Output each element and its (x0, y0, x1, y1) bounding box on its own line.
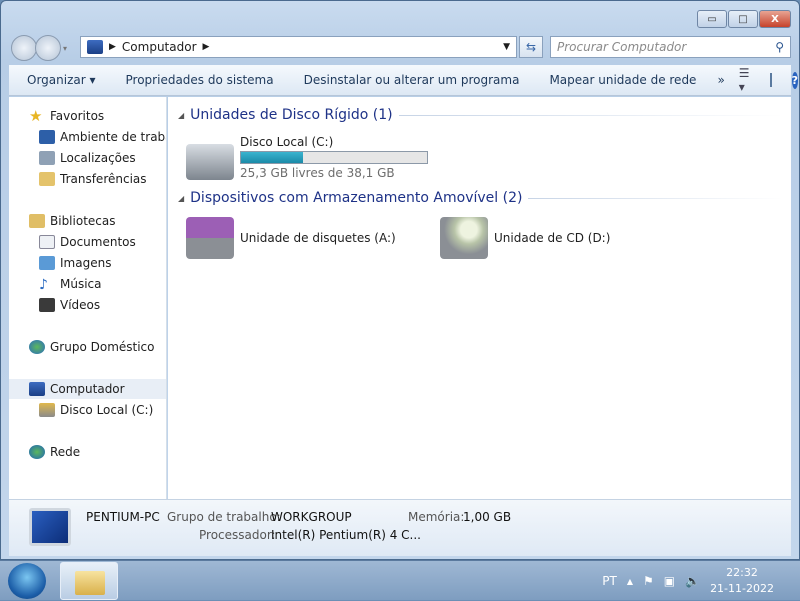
breadcrumb-separator-icon: ▶ (109, 42, 116, 52)
group-header-hdd[interactable]: ◢ Unidades de Disco Rígido (1) (178, 107, 783, 123)
system-properties-button[interactable]: Propriedades do sistema (111, 73, 289, 87)
cpu-label: Processador: (199, 528, 276, 542)
view-options-icon[interactable]: ☰ ▾ (731, 66, 758, 94)
cpu-value: Intel(R) Pentium(R) 4 C... (271, 528, 421, 542)
workgroup-value: WORKGROUP (271, 510, 352, 524)
address-bar[interactable]: ▶ Computador ▶ ▼ (80, 36, 517, 58)
command-bar: Organizar ▾ Propriedades do sistema Desi… (9, 65, 798, 96)
workgroup-label: Grupo de trabalho: (167, 510, 281, 524)
volume-icon[interactable]: 🔈 (685, 574, 700, 588)
breadcrumb-computer[interactable]: Computador (122, 40, 197, 54)
forward-button[interactable] (35, 35, 61, 61)
sidebar-item-computer[interactable]: Computador (9, 379, 166, 399)
network-tray-icon[interactable]: ▣ (664, 574, 675, 588)
star-icon: ★ (29, 107, 43, 125)
explorer-window: ▭ □ X ▾ ▶ Computador ▶ ▼ ⇆ Procurar Comp… (0, 0, 800, 560)
floppy-drive-icon (186, 217, 234, 259)
preview-pane-icon[interactable] (769, 73, 772, 87)
sidebar-item-downloads[interactable]: Transferências (39, 169, 166, 189)
close-button[interactable]: X (759, 10, 791, 28)
drive-usage-bar (240, 151, 428, 164)
action-center-flag-icon[interactable]: ⚑ (643, 574, 654, 588)
address-dropdown-icon[interactable]: ▼ (503, 42, 510, 52)
homegroup-icon (29, 340, 45, 354)
hard-drive-icon (186, 143, 234, 180)
drive-name: Disco Local (C:) (240, 135, 334, 149)
folder-icon (75, 571, 105, 595)
search-placeholder: Procurar Computador (557, 40, 687, 54)
drive-item-c[interactable]: Disco Local (C:) 25,3 GB livres de 38,1 … (186, 135, 428, 180)
refresh-button[interactable]: ⇆ (519, 36, 543, 58)
collapse-icon[interactable]: ◢ (178, 111, 184, 120)
drive-item-d[interactable]: Unidade de CD (D:) (440, 217, 610, 259)
back-button[interactable] (11, 35, 37, 61)
sidebar-item-documents[interactable]: Documentos (39, 232, 166, 252)
sidebar-item-homegroup[interactable]: Grupo Doméstico (29, 337, 166, 357)
computer-icon (87, 40, 103, 54)
pc-name: PENTIUM-PC (86, 510, 160, 524)
content-pane: ◢ Unidades de Disco Rígido (1) Disco Loca… (168, 97, 791, 499)
sidebar-item-music[interactable]: ♪ Música (39, 274, 166, 294)
sidebar-item-images[interactable]: Imagens (39, 253, 166, 273)
sidebar-item-network[interactable]: Rede (29, 442, 166, 462)
computer-icon (29, 382, 45, 396)
start-button[interactable] (8, 563, 46, 599)
downloads-folder-icon (39, 172, 55, 186)
maximize-button[interactable]: □ (728, 10, 758, 28)
drive-item-a[interactable]: Unidade de disquetes (A:) (186, 217, 396, 259)
desktop-icon (39, 130, 55, 144)
sidebar-item-libraries[interactable]: Bibliotecas (29, 211, 166, 231)
clock[interactable]: 22:32 21-11-2022 (710, 565, 774, 597)
taskbar-explorer-button[interactable] (60, 562, 118, 600)
music-icon: ♪ (39, 277, 48, 293)
locations-icon (39, 151, 55, 165)
documents-icon (39, 235, 55, 249)
help-icon[interactable]: ? (791, 71, 798, 89)
organize-button[interactable]: Organizar ▾ (9, 73, 111, 87)
memory-label: Memória: (408, 510, 465, 524)
drive-name: Unidade de disquetes (A:) (240, 231, 396, 245)
sidebar-item-locations[interactable]: Localizações (39, 148, 166, 168)
map-network-drive-button[interactable]: Mapear unidade de rede (534, 73, 711, 87)
search-icon[interactable]: ⚲ (775, 40, 784, 54)
computer-monitor-icon (29, 508, 71, 546)
videos-icon (39, 298, 55, 312)
network-icon (29, 445, 45, 459)
drive-name: Unidade de CD (D:) (494, 231, 611, 245)
minimize-button[interactable]: ▭ (697, 10, 727, 28)
language-indicator[interactable]: PT (602, 574, 617, 588)
libraries-icon (29, 214, 45, 228)
drive-free-space: 25,3 GB livres de 38,1 GB (240, 166, 395, 180)
sidebar-item-local-disk[interactable]: Disco Local (C:) (39, 400, 166, 420)
memory-value: 1,00 GB (463, 510, 512, 524)
uninstall-program-button[interactable]: Desinstalar ou alterar um programa (289, 73, 535, 87)
history-dropdown-icon[interactable]: ▾ (63, 44, 67, 53)
show-hidden-icons[interactable]: ▲ (627, 577, 633, 586)
sidebar-item-videos[interactable]: Vídeos (39, 295, 166, 315)
sidebar-item-favorites[interactable]: ★ Favoritos (29, 106, 166, 126)
breadcrumb-chevron-icon[interactable]: ▶ (203, 42, 210, 52)
group-header-removable[interactable]: ◢ Dispositivos com Armazenamento Amovível… (178, 190, 783, 206)
more-commands-button[interactable]: » (711, 73, 730, 87)
sidebar-item-desktop[interactable]: Ambiente de trabalho (39, 127, 166, 147)
cd-drive-icon (440, 217, 488, 259)
images-icon (39, 256, 55, 270)
drive-icon (39, 403, 55, 417)
search-input[interactable]: Procurar Computador ⚲ (550, 36, 791, 58)
collapse-icon: ◢ (178, 193, 185, 203)
taskbar: PT ▲ ⚑ ▣ 🔈 22:32 21-11-2022 (0, 560, 800, 600)
navigation-pane: ★Favoritos Ambiente de trabalho Localiza… (9, 97, 167, 499)
details-pane: PENTIUM-PC Grupo de trabalho: WORKGROUP … (9, 499, 791, 556)
